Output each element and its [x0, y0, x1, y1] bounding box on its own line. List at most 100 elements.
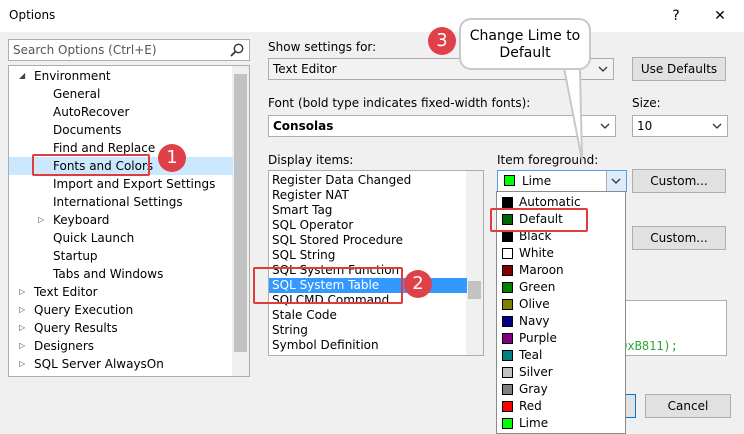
size-select[interactable]: 10	[632, 115, 728, 137]
color-option-label: Olive	[519, 297, 550, 311]
display-items-scroll-thumb[interactable]	[468, 281, 481, 299]
close-button[interactable]: ✕	[710, 6, 730, 26]
size-label: Size:	[632, 96, 661, 110]
automatic-swatch	[502, 197, 513, 208]
tree-item-label: Designers	[34, 339, 94, 353]
dropdown-toggle[interactable]	[606, 171, 626, 191]
color-option-olive[interactable]: Olive	[497, 296, 625, 313]
color-option-label: Navy	[519, 314, 550, 328]
purple-swatch	[502, 333, 513, 344]
step-3-badge: 3	[428, 27, 456, 55]
tree-item-label: International Settings	[53, 195, 183, 209]
tree-scroll-thumb[interactable]	[234, 74, 247, 352]
annotation-highlight-system-table	[253, 267, 403, 304]
tree-item-label: Query Execution	[34, 303, 134, 317]
tree-item-autorecover[interactable]: AutoRecover	[9, 103, 233, 121]
tree-item-international-settings[interactable]: International Settings	[9, 193, 233, 211]
silver-swatch	[502, 367, 513, 378]
tree-item-import-and-export-settings[interactable]: Import and Export Settings	[9, 175, 233, 193]
item-foreground-select[interactable]: Lime	[497, 170, 627, 192]
color-option-label: Gray	[519, 382, 548, 396]
use-defaults-button[interactable]: Use Defaults	[632, 57, 726, 81]
tree-item-label: General	[53, 87, 101, 101]
color-option-silver[interactable]: Silver	[497, 364, 625, 381]
tree-item-label: Tabs and Windows	[53, 267, 164, 281]
teal-swatch	[502, 350, 513, 361]
color-option-red[interactable]: Red	[497, 398, 625, 415]
color-option-green[interactable]: Green	[497, 279, 625, 296]
color-option-label: Red	[519, 399, 542, 413]
color-option-label: Silver	[519, 365, 553, 379]
display-items-list: Register Data Changed Register NAT Smart T…	[268, 170, 484, 356]
collapsed-arrow-icon[interactable]: ▷	[19, 337, 25, 355]
tree-item-label: Quick Launch	[53, 231, 135, 245]
background-custom-button[interactable]: Custom...	[632, 226, 726, 250]
color-option-teal[interactable]: Teal	[497, 347, 625, 364]
olive-swatch	[502, 299, 513, 310]
size-value: 10	[637, 119, 653, 133]
tree-item-quick-launch[interactable]: Quick Launch	[9, 229, 233, 247]
lime-swatch	[504, 175, 515, 186]
tree-item-keyboard[interactable]: ▷ Keyboard	[9, 211, 233, 229]
search-input[interactable]	[9, 40, 219, 60]
foreground-custom-button[interactable]: Custom...	[632, 169, 726, 193]
tree-item-designers[interactable]: ▷ Designers	[9, 337, 233, 355]
display-item-sql-string[interactable]: SQL String	[269, 248, 467, 263]
display-item-sql-stored-procedure[interactable]: SQL Stored Procedure	[269, 233, 467, 248]
color-option-lime[interactable]: Lime	[497, 415, 625, 432]
tree-item-label: Environment	[34, 69, 111, 83]
font-label: Font (bold type indicates fixed-width fo…	[268, 96, 531, 110]
collapsed-arrow-icon[interactable]: ▷	[19, 283, 25, 301]
display-item-symbol-definition[interactable]: Symbol Definition	[269, 338, 467, 353]
show-settings-value: Text Editor	[273, 62, 337, 76]
cancel-button[interactable]: Cancel	[645, 394, 731, 418]
annotation-callout: Change Lime to Default	[459, 18, 591, 70]
display-items-label: Display items:	[268, 153, 354, 167]
black-swatch	[502, 231, 513, 242]
expanded-arrow-icon[interactable]: ◢	[19, 67, 25, 85]
font-value: Consolas	[273, 119, 334, 133]
chevron-down-icon	[611, 178, 621, 184]
chevron-down-icon	[712, 123, 722, 129]
tree-item-startup[interactable]: Startup	[9, 247, 233, 265]
preview-code: 0xB811);	[620, 339, 678, 353]
color-option-gray[interactable]: Gray	[497, 381, 625, 398]
tree-item-tabs-and-windows[interactable]: Tabs and Windows	[9, 265, 233, 283]
color-option-purple[interactable]: Purple	[497, 330, 625, 347]
display-item-register-data-changed[interactable]: Register Data Changed	[269, 173, 467, 188]
window-title: Options	[9, 8, 56, 22]
color-option-maroon[interactable]: Maroon	[497, 262, 625, 279]
tree-item-label: Text Editor	[34, 285, 98, 299]
tree-item-label: Keyboard	[53, 213, 110, 227]
collapsed-arrow-icon[interactable]: ▷	[19, 319, 25, 337]
color-option-label: Green	[519, 280, 556, 294]
annotation-highlight-default	[490, 208, 588, 232]
display-item-stale-code[interactable]: Stale Code	[269, 308, 467, 323]
display-item-smart-tag[interactable]: Smart Tag	[269, 203, 467, 218]
gray-swatch	[502, 384, 513, 395]
tree-item-general[interactable]: General	[9, 85, 233, 103]
display-item-string[interactable]: String	[269, 323, 467, 338]
collapsed-arrow-icon[interactable]: ▷	[19, 301, 25, 319]
tree-item-label: Documents	[53, 123, 122, 137]
color-option-navy[interactable]: Navy	[497, 313, 625, 330]
tree-item-environment[interactable]: ◢ Environment	[9, 67, 233, 85]
tree-item-text-editor[interactable]: ▷ Text Editor	[9, 283, 233, 301]
collapsed-arrow-icon[interactable]: ▷	[38, 211, 44, 229]
tree-item-sql-server-alwayson[interactable]: ▷ SQL Server AlwaysOn	[9, 355, 233, 373]
ok-button-edge[interactable]	[626, 394, 636, 418]
display-item-register-nat[interactable]: Register NAT	[269, 188, 467, 203]
search-icon[interactable]	[229, 42, 245, 58]
tree-scrollbar[interactable]	[232, 66, 249, 376]
annotation-highlight-fonts	[32, 154, 150, 176]
maroon-swatch	[502, 265, 513, 276]
tree-item-documents[interactable]: Documents	[9, 121, 233, 139]
display-item-sql-operator[interactable]: SQL Operator	[269, 218, 467, 233]
tree-item-query-execution[interactable]: ▷ Query Execution	[9, 301, 233, 319]
color-option-white[interactable]: White	[497, 245, 625, 262]
collapsed-arrow-icon[interactable]: ▷	[19, 355, 25, 373]
help-button[interactable]: ?	[666, 6, 686, 26]
display-items-scrollbar[interactable]	[466, 171, 483, 355]
tree-item-query-results[interactable]: ▷ Query Results	[9, 319, 233, 337]
step-2-badge: 2	[404, 270, 432, 298]
